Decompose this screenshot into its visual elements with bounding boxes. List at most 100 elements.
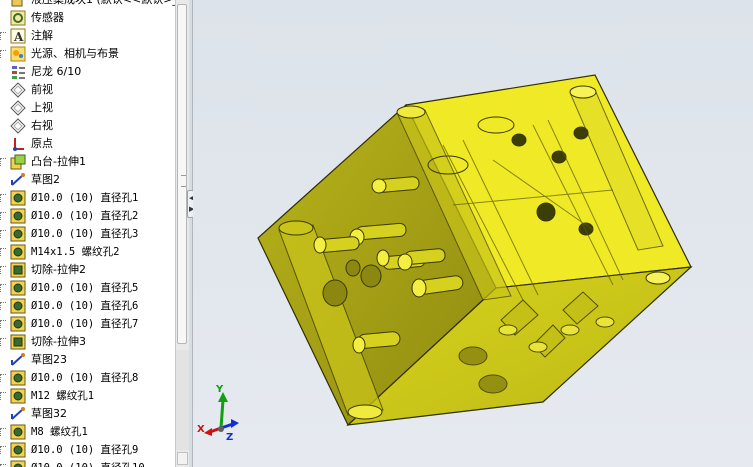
hole-icon [10, 460, 26, 467]
tree-vertical-scrollbar[interactable] [175, 0, 189, 467]
hole-icon [10, 244, 26, 260]
sensor-icon [10, 10, 26, 26]
triad-y-label: Y [216, 384, 224, 395]
tree-item[interactable]: Ø10.0 (10) 直径孔6 [0, 297, 175, 315]
tree-item-label: M14x1.5 螺纹孔2 [31, 246, 120, 258]
feature-manager-tree[interactable]: 液压集成块1 (默认<<默认>_显传感器 A 注解光源、相机与布景尼龙 6/10 前视… [0, 0, 175, 467]
expand-node-icon[interactable] [0, 374, 6, 382]
hole-icon [10, 442, 26, 458]
expand-node-icon[interactable] [0, 248, 6, 256]
tree-item-label: 前视 [31, 83, 53, 96]
tree-item-label: 光源、相机与布景 [31, 47, 119, 60]
expand-node-icon[interactable] [0, 230, 6, 238]
hole-icon [10, 316, 26, 332]
triad-z-label: Z [226, 432, 234, 443]
expand-node-icon[interactable] [0, 320, 6, 328]
svg-text:A: A [13, 30, 24, 44]
material-icon [10, 64, 26, 80]
tree-item[interactable]: Ø10.0 (10) 直径孔3 [0, 225, 175, 243]
tree-item-label: Ø10.0 (10) 直径孔9 [31, 444, 139, 456]
tree-item[interactable]: 草图23 [0, 351, 175, 369]
expand-node-icon[interactable] [0, 266, 6, 274]
hole-icon [10, 190, 26, 206]
expand-node-icon[interactable] [0, 428, 6, 436]
tree-item[interactable]: Ø10.0 (10) 直径孔5 [0, 279, 175, 297]
hole-icon [10, 226, 26, 242]
tree-item-label: 切除-拉伸3 [31, 335, 86, 348]
tree-item-label: 草图2 [31, 173, 60, 186]
tree-item[interactable]: 上视 [0, 99, 175, 117]
expand-node-icon[interactable] [0, 158, 6, 166]
lights-icon [10, 46, 26, 62]
expand-node-icon[interactable] [0, 50, 6, 58]
extrude-cut-icon [10, 334, 26, 350]
scrollbar-track[interactable] [176, 350, 189, 450]
expand-node-icon[interactable] [0, 194, 6, 202]
scrollbar-thumb[interactable] [177, 4, 187, 344]
tree-item[interactable]: M14x1.5 螺纹孔2 [0, 243, 175, 261]
tree-item[interactable]: Ø10.0 (10) 直径孔10 [0, 459, 175, 467]
hole-icon [10, 388, 26, 404]
tree-item[interactable]: 尼龙 6/10 [0, 63, 175, 81]
tree-item-label: Ø10.0 (10) 直径孔1 [31, 192, 139, 204]
expand-node-icon[interactable] [0, 212, 6, 220]
expand-node-icon[interactable] [0, 392, 6, 400]
tree-item[interactable]: Ø10.0 (10) 直径孔1 [0, 189, 175, 207]
sketch-icon [10, 406, 26, 422]
hole-icon [10, 370, 26, 386]
tree-item[interactable]: Ø10.0 (10) 直径孔7 [0, 315, 175, 333]
annotation-icon: A [10, 28, 26, 44]
tree-item[interactable]: 凸台-拉伸1 [0, 153, 175, 171]
extrude-cut-icon [10, 262, 26, 278]
tree-item-label: Ø10.0 (10) 直径孔8 [31, 372, 139, 384]
tree-item[interactable]: A 注解 [0, 27, 175, 45]
tree-item[interactable]: M12 螺纹孔1 [0, 387, 175, 405]
tree-item-label: 凸台-拉伸1 [31, 155, 86, 168]
tree-item-label: 右视 [31, 119, 53, 132]
scroll-down-arrow-icon[interactable] [177, 452, 188, 465]
tree-item-label: 传感器 [31, 11, 64, 24]
tree-item-label: 原点 [31, 137, 53, 150]
tree-item-label: 草图32 [31, 407, 67, 420]
graphics-viewport[interactable]: Y X Z [193, 0, 753, 467]
hole-icon [10, 298, 26, 314]
tree-item[interactable]: Ø10.0 (10) 直径孔8 [0, 369, 175, 387]
tree-item-label: Ø10.0 (10) 直径孔5 [31, 282, 139, 294]
expand-node-icon[interactable] [0, 302, 6, 310]
sketch-icon [10, 352, 26, 368]
extrude-boss-icon [10, 154, 26, 170]
part-model[interactable] [193, 0, 753, 467]
tree-item[interactable]: 右视 [0, 117, 175, 135]
tree-item[interactable]: 传感器 [0, 9, 175, 27]
tree-item-label: Ø10.0 (10) 直径孔3 [31, 228, 139, 240]
triad-arrows [204, 392, 239, 436]
tree-item[interactable]: 切除-拉伸2 [0, 261, 175, 279]
expand-node-icon[interactable] [0, 284, 6, 292]
tree-item[interactable]: 草图32 [0, 405, 175, 423]
tree-item[interactable]: 光源、相机与布景 [0, 45, 175, 63]
tree-item[interactable]: 草图2 [0, 171, 175, 189]
tree-item[interactable]: 原点 [0, 135, 175, 153]
expand-node-icon[interactable] [0, 446, 6, 454]
tree-item[interactable]: 切除-拉伸3 [0, 333, 175, 351]
hole-icon [10, 208, 26, 224]
hole-icon [10, 424, 26, 440]
expand-node-icon[interactable] [0, 338, 6, 346]
tree-item[interactable]: 液压集成块1 (默认<<默认>_显 [0, 0, 175, 9]
tree-item[interactable]: Ø10.0 (10) 直径孔9 [0, 441, 175, 459]
tree-item-label: 注解 [31, 29, 53, 42]
axis-triad: Y X Z [197, 384, 241, 448]
tree-item-label: 草图23 [31, 353, 67, 366]
tree-item[interactable]: M8 螺纹孔1 [0, 423, 175, 441]
tree-item-label: Ø10.0 (10) 直径孔6 [31, 300, 139, 312]
tree-item-label: Ø10.0 (10) 直径孔10 [31, 461, 145, 467]
tree-item[interactable]: 前视 [0, 81, 175, 99]
hole-icon [10, 280, 26, 296]
plane-icon [10, 118, 26, 134]
part-icon [10, 0, 26, 8]
tree-item[interactable]: Ø10.0 (10) 直径孔2 [0, 207, 175, 225]
tree-item-label: 切除-拉伸2 [31, 263, 86, 276]
sketch-icon [10, 172, 26, 188]
tree-item-label: 上视 [31, 101, 53, 114]
expand-node-icon[interactable] [0, 32, 6, 40]
